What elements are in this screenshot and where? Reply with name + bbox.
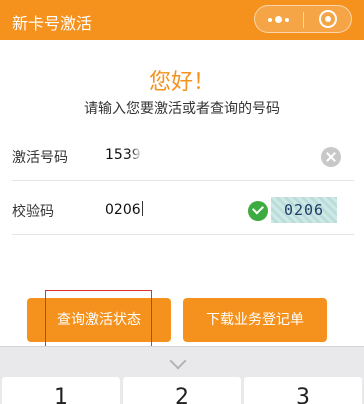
numeric-keyboard: 1 2 3 (0, 346, 364, 404)
ellipsis-icon-center (275, 16, 282, 23)
verification-code-row: 校验码 0206 0206 (12, 187, 354, 235)
keyboard-collapse-icon[interactable] (169, 352, 187, 370)
circle-target-icon (319, 10, 337, 28)
verification-code-label: 校验码 (12, 204, 54, 220)
activation-number-prefix: 1539 (105, 147, 141, 163)
check-icon (248, 201, 268, 221)
greeting-text: 您好！ (148, 70, 215, 95)
ellipsis-icon (268, 18, 272, 22)
text-cursor (141, 201, 143, 216)
more-button[interactable] (255, 6, 303, 32)
activation-number-label: 激活号码 (12, 150, 68, 166)
clear-icon[interactable] (321, 147, 341, 167)
instruction-text: 请输入您要激活或者查询的号码 (84, 101, 280, 117)
keyboard-key-3[interactable]: 3 (244, 377, 362, 404)
keyboard-key-2[interactable]: 2 (123, 377, 241, 404)
verification-code-value: 0206 (105, 202, 141, 218)
redaction-blur (142, 144, 192, 166)
verification-code-input[interactable]: 0206 (105, 201, 143, 218)
download-registration-form-button[interactable]: 下载业务登记单 (183, 298, 327, 342)
captcha-image[interactable]: 0206 (271, 197, 337, 223)
keyboard-key-1[interactable]: 1 (2, 377, 120, 404)
page-title: 新卡号激活 (12, 14, 93, 33)
title-bar: 新卡号激活 (0, 0, 364, 40)
activation-number-row: 激活号码 15397 (12, 133, 354, 181)
close-button[interactable] (304, 6, 352, 32)
mini-program-capsule (254, 5, 352, 33)
ellipsis-icon-right (285, 18, 289, 22)
